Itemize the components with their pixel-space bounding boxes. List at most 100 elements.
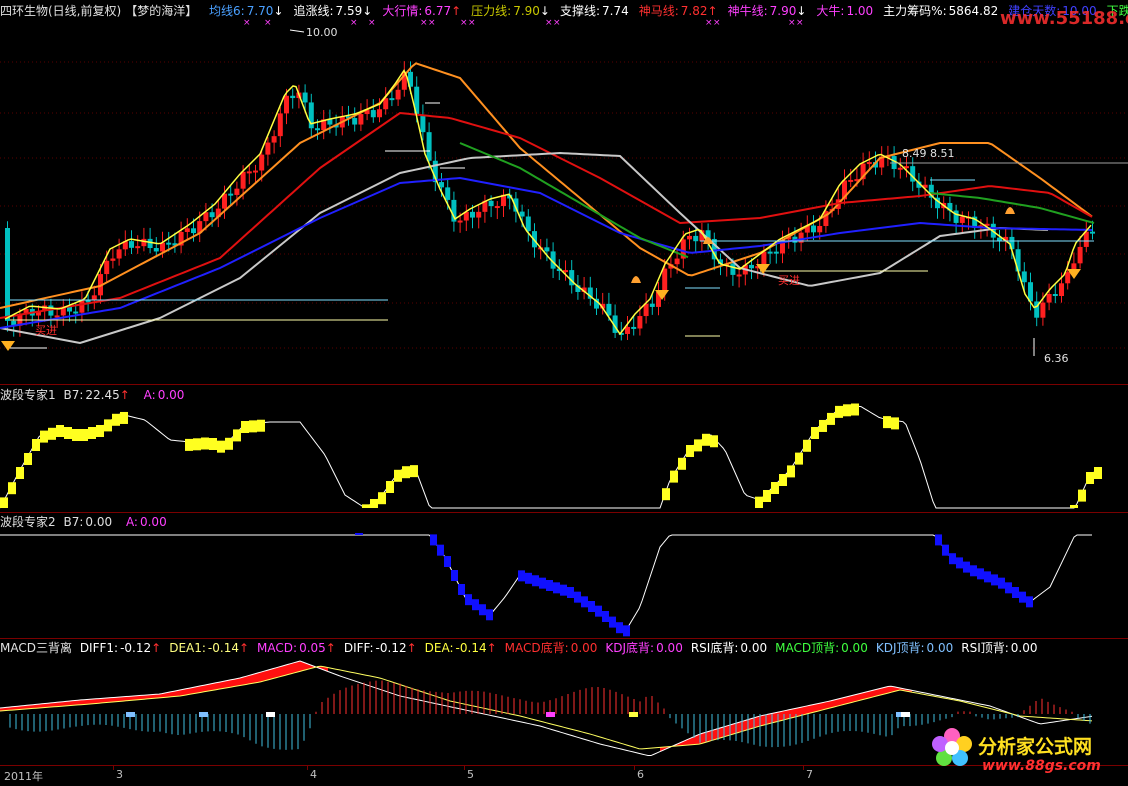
candle bbox=[811, 225, 816, 233]
candle bbox=[761, 251, 767, 267]
candle bbox=[284, 95, 289, 114]
candle bbox=[240, 171, 246, 189]
wave-expert-1-panel[interactable] bbox=[0, 400, 1128, 512]
up-arrow-icon: ↑ bbox=[406, 641, 417, 655]
wave-block bbox=[1019, 591, 1026, 603]
candle bbox=[1090, 231, 1095, 234]
wave-block bbox=[942, 544, 949, 556]
candle bbox=[519, 211, 525, 217]
wave-block bbox=[249, 420, 257, 433]
divergence-marker bbox=[266, 712, 275, 717]
ma-orange-line bbox=[0, 62, 1093, 309]
candle bbox=[445, 187, 451, 200]
candle bbox=[184, 228, 190, 232]
wave-line bbox=[0, 405, 1096, 509]
buy-signal-icon bbox=[1, 341, 15, 351]
macd-value: MACD顶背: 0.00 bbox=[775, 641, 868, 655]
macd-value: MACD: 0.05↑ bbox=[257, 641, 336, 655]
axis-label-month: 6 bbox=[637, 768, 644, 781]
wave-block bbox=[963, 561, 970, 573]
wave-block bbox=[623, 625, 630, 637]
candle bbox=[377, 109, 382, 118]
candle bbox=[470, 211, 475, 218]
macd-value: DIFF1: -0.12↑ bbox=[79, 641, 162, 655]
wave-block bbox=[779, 474, 787, 486]
wave-block bbox=[80, 429, 88, 441]
candle bbox=[153, 248, 159, 252]
wave-block bbox=[949, 553, 956, 565]
macd-value: MACD底背: 0.00 bbox=[504, 641, 598, 655]
wave-block bbox=[8, 482, 16, 495]
wave-block bbox=[32, 439, 40, 451]
wave-block bbox=[394, 469, 402, 482]
wave-block bbox=[977, 568, 984, 580]
wave-block bbox=[40, 430, 48, 443]
up-arrow-icon: ↑ bbox=[238, 641, 250, 655]
signal-mark: × bbox=[420, 18, 428, 28]
candle bbox=[457, 220, 463, 223]
macd-value: KDJ顶背: 0.00 bbox=[875, 641, 954, 655]
wave-block bbox=[609, 616, 616, 628]
wave-block bbox=[1012, 587, 1019, 598]
brand-title: 分析家公式网 bbox=[978, 736, 1093, 758]
ma-white-line bbox=[0, 151, 1049, 345]
wave-block bbox=[1026, 596, 1033, 608]
wave-block bbox=[710, 435, 718, 448]
high-marker-line bbox=[289, 29, 305, 33]
axis-label-year: 2011年 bbox=[4, 770, 43, 783]
wave-block bbox=[755, 496, 763, 508]
wave-block bbox=[233, 429, 241, 442]
candle bbox=[358, 114, 364, 125]
wave-block bbox=[662, 488, 670, 501]
wave-block bbox=[970, 565, 977, 577]
candle bbox=[352, 118, 358, 125]
macd-header: MACD三背离 DIFF1: -0.12↑ DEA1: -0.14↑ MACD: 0.05… bbox=[0, 639, 1050, 657]
diff-line bbox=[0, 660, 1093, 757]
flower-icon bbox=[932, 728, 972, 766]
wave-block bbox=[602, 611, 609, 622]
wave-block bbox=[546, 580, 553, 591]
wave-block bbox=[795, 452, 803, 465]
axis-label-month: 4 bbox=[310, 768, 317, 781]
candle bbox=[426, 132, 432, 161]
wave-block bbox=[1070, 505, 1078, 508]
signal-mark: × bbox=[350, 18, 358, 28]
price-low-label: 6.36 bbox=[1044, 352, 1069, 365]
wave-block bbox=[437, 544, 444, 556]
wave-block bbox=[560, 584, 567, 596]
candle bbox=[265, 142, 271, 155]
wave-block bbox=[472, 599, 479, 611]
divergence-marker bbox=[199, 712, 208, 717]
wave-block bbox=[112, 413, 120, 426]
axis-label-month: 3 bbox=[116, 768, 123, 781]
wave-block bbox=[430, 534, 437, 546]
macd-value: DIFF: -0.12↑ bbox=[343, 641, 417, 655]
candle bbox=[104, 260, 110, 275]
candle bbox=[253, 170, 258, 173]
signal-mark: × bbox=[243, 18, 251, 28]
wave-block bbox=[525, 572, 532, 584]
dea-line bbox=[0, 665, 1093, 750]
divergence-marker bbox=[546, 712, 555, 717]
candle bbox=[476, 211, 482, 218]
candle bbox=[129, 241, 134, 248]
candle bbox=[110, 258, 116, 261]
wave-block bbox=[567, 587, 574, 598]
candle bbox=[749, 264, 754, 269]
wave-block bbox=[193, 438, 201, 451]
wave-block bbox=[0, 497, 8, 508]
main-price-chart[interactable]: × × × × × × × × × × × × × × 10.00 8.49 8.51 6.36 买进 买… bbox=[0, 18, 1128, 384]
candle bbox=[191, 228, 196, 234]
wave-block bbox=[410, 465, 418, 478]
wave-expert-2-panel[interactable] bbox=[0, 527, 1128, 638]
wave-block bbox=[843, 404, 851, 417]
macd-value: RSI顶背: 0.00 bbox=[961, 641, 1038, 655]
candle bbox=[420, 114, 426, 133]
signal-mark: × bbox=[468, 18, 476, 28]
candle bbox=[302, 92, 308, 103]
candle bbox=[649, 303, 655, 307]
wave-block bbox=[803, 439, 811, 452]
wave-block bbox=[670, 470, 678, 483]
wave-block bbox=[88, 427, 96, 439]
wave-block bbox=[362, 504, 370, 508]
